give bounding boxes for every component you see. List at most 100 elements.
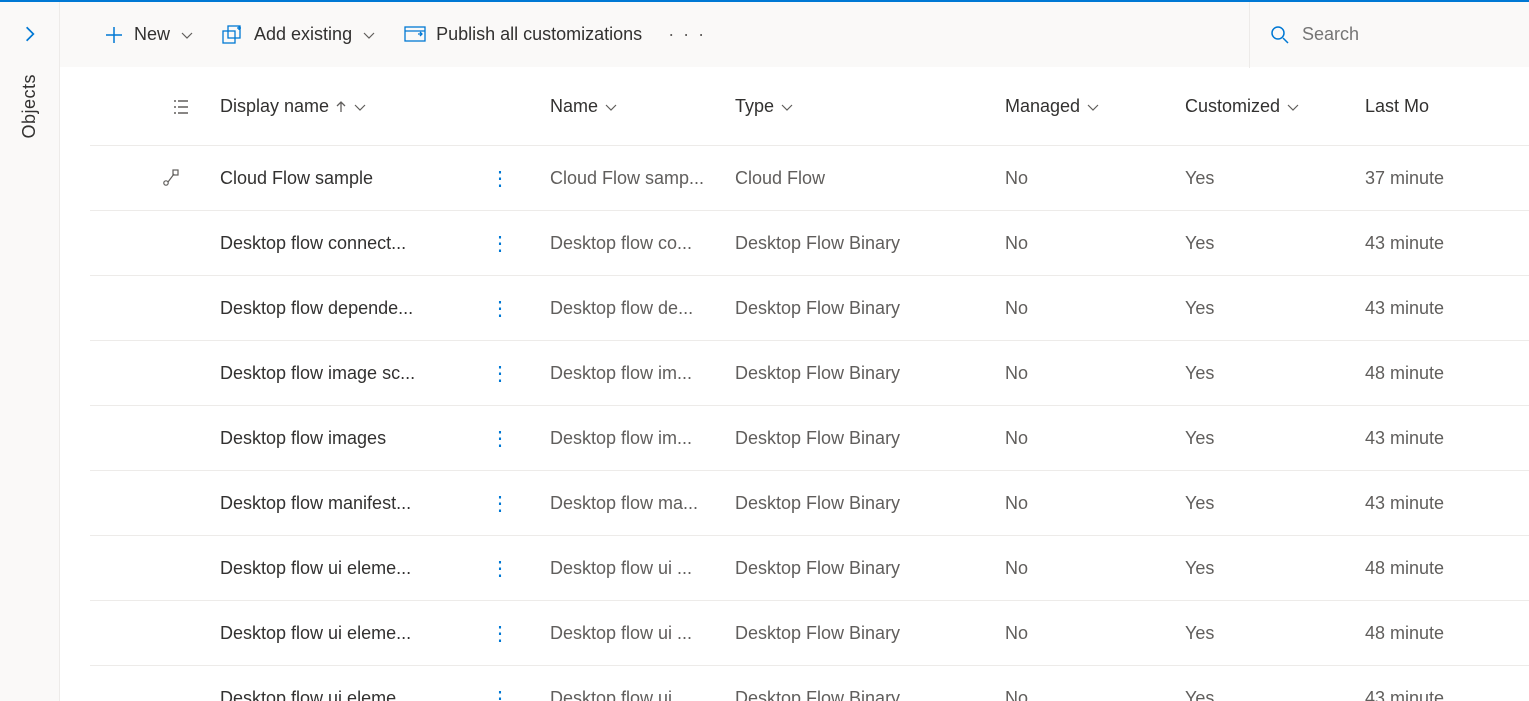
vertical-ellipsis-icon: ⋮	[490, 426, 510, 451]
last-modified-cell: 43 minute	[1365, 493, 1529, 514]
table-row[interactable]: Desktop flow images⋮Desktop flow im...De…	[90, 406, 1529, 471]
row-more-button[interactable]: ⋮	[480, 491, 520, 516]
chevron-right-icon	[21, 25, 39, 43]
table-row[interactable]: Desktop flow image sc...⋮ Desktop flow im…	[90, 341, 1529, 406]
name-cell: Desktop flow im...	[550, 363, 735, 384]
new-button[interactable]: New	[90, 16, 208, 53]
publish-label: Publish all customizations	[436, 24, 642, 45]
managed-cell: No	[1005, 688, 1185, 701]
column-header-type[interactable]: Type	[735, 96, 1005, 117]
column-header-last-modified[interactable]: Last Mo	[1365, 96, 1529, 117]
column-label: Managed	[1005, 96, 1080, 117]
search-input[interactable]	[1302, 24, 1482, 45]
more-commands-button[interactable]: · · ·	[656, 16, 718, 53]
column-header-name[interactable]: Name	[550, 96, 735, 117]
search-box[interactable]	[1249, 2, 1509, 68]
table-row[interactable]: Desktop flow manifest... ⋮ Desktop flow ma…	[90, 471, 1529, 536]
type-cell: Cloud Flow	[735, 168, 1005, 189]
customized-cell: Yes	[1185, 168, 1365, 189]
name-cell: Desktop flow im...	[550, 428, 735, 449]
row-more-button[interactable]: ⋮	[480, 231, 520, 256]
add-existing-icon	[222, 25, 244, 45]
new-label: New	[134, 24, 170, 45]
display-name-cell[interactable]: Desktop flow ui eleme...	[190, 688, 480, 701]
column-header-display-name[interactable]: Display name	[220, 96, 550, 117]
display-name-cell[interactable]: Desktop flow ui eleme...	[190, 558, 480, 579]
name-cell: Desktop flow ma...	[550, 493, 735, 514]
table-row[interactable]: Desktop flow ui eleme...⋮Desktop flow ui…	[90, 601, 1529, 666]
customized-cell: Yes	[1185, 363, 1365, 384]
managed-cell: No	[1005, 363, 1185, 384]
managed-cell: No	[1005, 233, 1185, 254]
main-content: New Add existing Publish all customiza	[60, 2, 1529, 701]
last-modified-cell: 43 minute	[1365, 428, 1529, 449]
expand-rail-button[interactable]	[10, 14, 50, 54]
display-name-cell[interactable]: Desktop flow connect...	[190, 233, 480, 254]
display-name-cell[interactable]: Desktop flow images	[190, 428, 480, 449]
row-more-button[interactable]: ⋮	[480, 361, 520, 386]
customized-cell: Yes	[1185, 233, 1365, 254]
chevron-down-icon	[780, 100, 794, 114]
managed-cell: No	[1005, 623, 1185, 644]
name-cell: Desktop flow ui ...	[550, 558, 735, 579]
display-name-cell[interactable]: Cloud Flow sample	[190, 168, 480, 189]
vertical-ellipsis-icon: ⋮	[490, 166, 510, 191]
side-rail: Objects	[0, 2, 60, 701]
name-cell: Desktop flow co...	[550, 233, 735, 254]
table-row[interactable]: Desktop flow connect...⋮ Desktop flow co.…	[90, 211, 1529, 276]
customized-cell: Yes	[1185, 688, 1365, 701]
row-more-button[interactable]: ⋮	[480, 166, 520, 191]
last-modified-cell: 43 minute	[1365, 298, 1529, 319]
vertical-ellipsis-icon: ⋮	[490, 491, 510, 516]
column-header-customized[interactable]: Customized	[1185, 96, 1365, 117]
column-label: Customized	[1185, 96, 1280, 117]
column-label: Type	[735, 96, 774, 117]
name-cell: Desktop flow de...	[550, 298, 735, 319]
row-more-button[interactable]: ⋮	[480, 686, 520, 701]
vertical-ellipsis-icon: ⋮	[490, 296, 510, 321]
last-modified-cell: 37 minute	[1365, 168, 1529, 189]
last-modified-cell: 43 minute	[1365, 233, 1529, 254]
row-more-button[interactable]: ⋮	[480, 296, 520, 321]
command-bar: New Add existing Publish all customiza	[60, 2, 1529, 68]
rail-label[interactable]: Objects	[19, 74, 40, 139]
chevron-down-icon	[180, 28, 194, 42]
managed-cell: No	[1005, 428, 1185, 449]
table-row[interactable]: Desktop flow depende... ⋮ Desktop flow de.…	[90, 276, 1529, 341]
display-name-cell[interactable]: Desktop flow image sc...	[190, 363, 480, 384]
list-view-icon[interactable]	[90, 98, 220, 116]
table: Display name Name Type	[60, 68, 1529, 701]
table-row[interactable]: Cloud Flow sample ⋮ Cloud Flow samp...Clou…	[90, 146, 1529, 211]
column-label: Display name	[220, 96, 329, 117]
vertical-ellipsis-icon: ⋮	[490, 686, 510, 701]
table-row[interactable]: Desktop flow ui eleme... ⋮ Desktop flow ui…	[90, 666, 1529, 701]
type-cell: Desktop Flow Binary	[735, 233, 1005, 254]
publish-icon	[404, 26, 426, 44]
type-cell: Desktop Flow Binary	[735, 623, 1005, 644]
display-name-cell[interactable]: Desktop flow ui eleme...	[190, 623, 480, 644]
display-name-cell[interactable]: Desktop flow depende...	[190, 298, 480, 319]
name-cell: Desktop flow ui ...	[550, 688, 735, 701]
search-icon	[1270, 25, 1290, 45]
row-more-button[interactable]: ⋮	[480, 426, 520, 451]
column-label: Name	[550, 96, 598, 117]
row-more-button[interactable]: ⋮	[480, 556, 520, 581]
vertical-ellipsis-icon: ⋮	[490, 621, 510, 646]
customized-cell: Yes	[1185, 298, 1365, 319]
vertical-ellipsis-icon: ⋮	[490, 556, 510, 581]
chevron-down-icon	[1086, 100, 1100, 114]
customized-cell: Yes	[1185, 558, 1365, 579]
table-header: Display name Name Type	[90, 68, 1529, 146]
chevron-down-icon	[604, 100, 618, 114]
publish-button[interactable]: Publish all customizations	[390, 16, 656, 53]
chevron-down-icon	[1286, 100, 1300, 114]
add-existing-button[interactable]: Add existing	[208, 16, 390, 53]
column-header-managed[interactable]: Managed	[1005, 96, 1185, 117]
display-name-cell[interactable]: Desktop flow manifest...	[190, 493, 480, 514]
type-cell: Desktop Flow Binary	[735, 298, 1005, 319]
type-cell: Desktop Flow Binary	[735, 688, 1005, 701]
name-cell: Cloud Flow samp...	[550, 168, 735, 189]
row-more-button[interactable]: ⋮	[480, 621, 520, 646]
table-row[interactable]: Desktop flow ui eleme... ⋮ Desktop flow ui…	[90, 536, 1529, 601]
row-type-icon	[90, 169, 190, 187]
